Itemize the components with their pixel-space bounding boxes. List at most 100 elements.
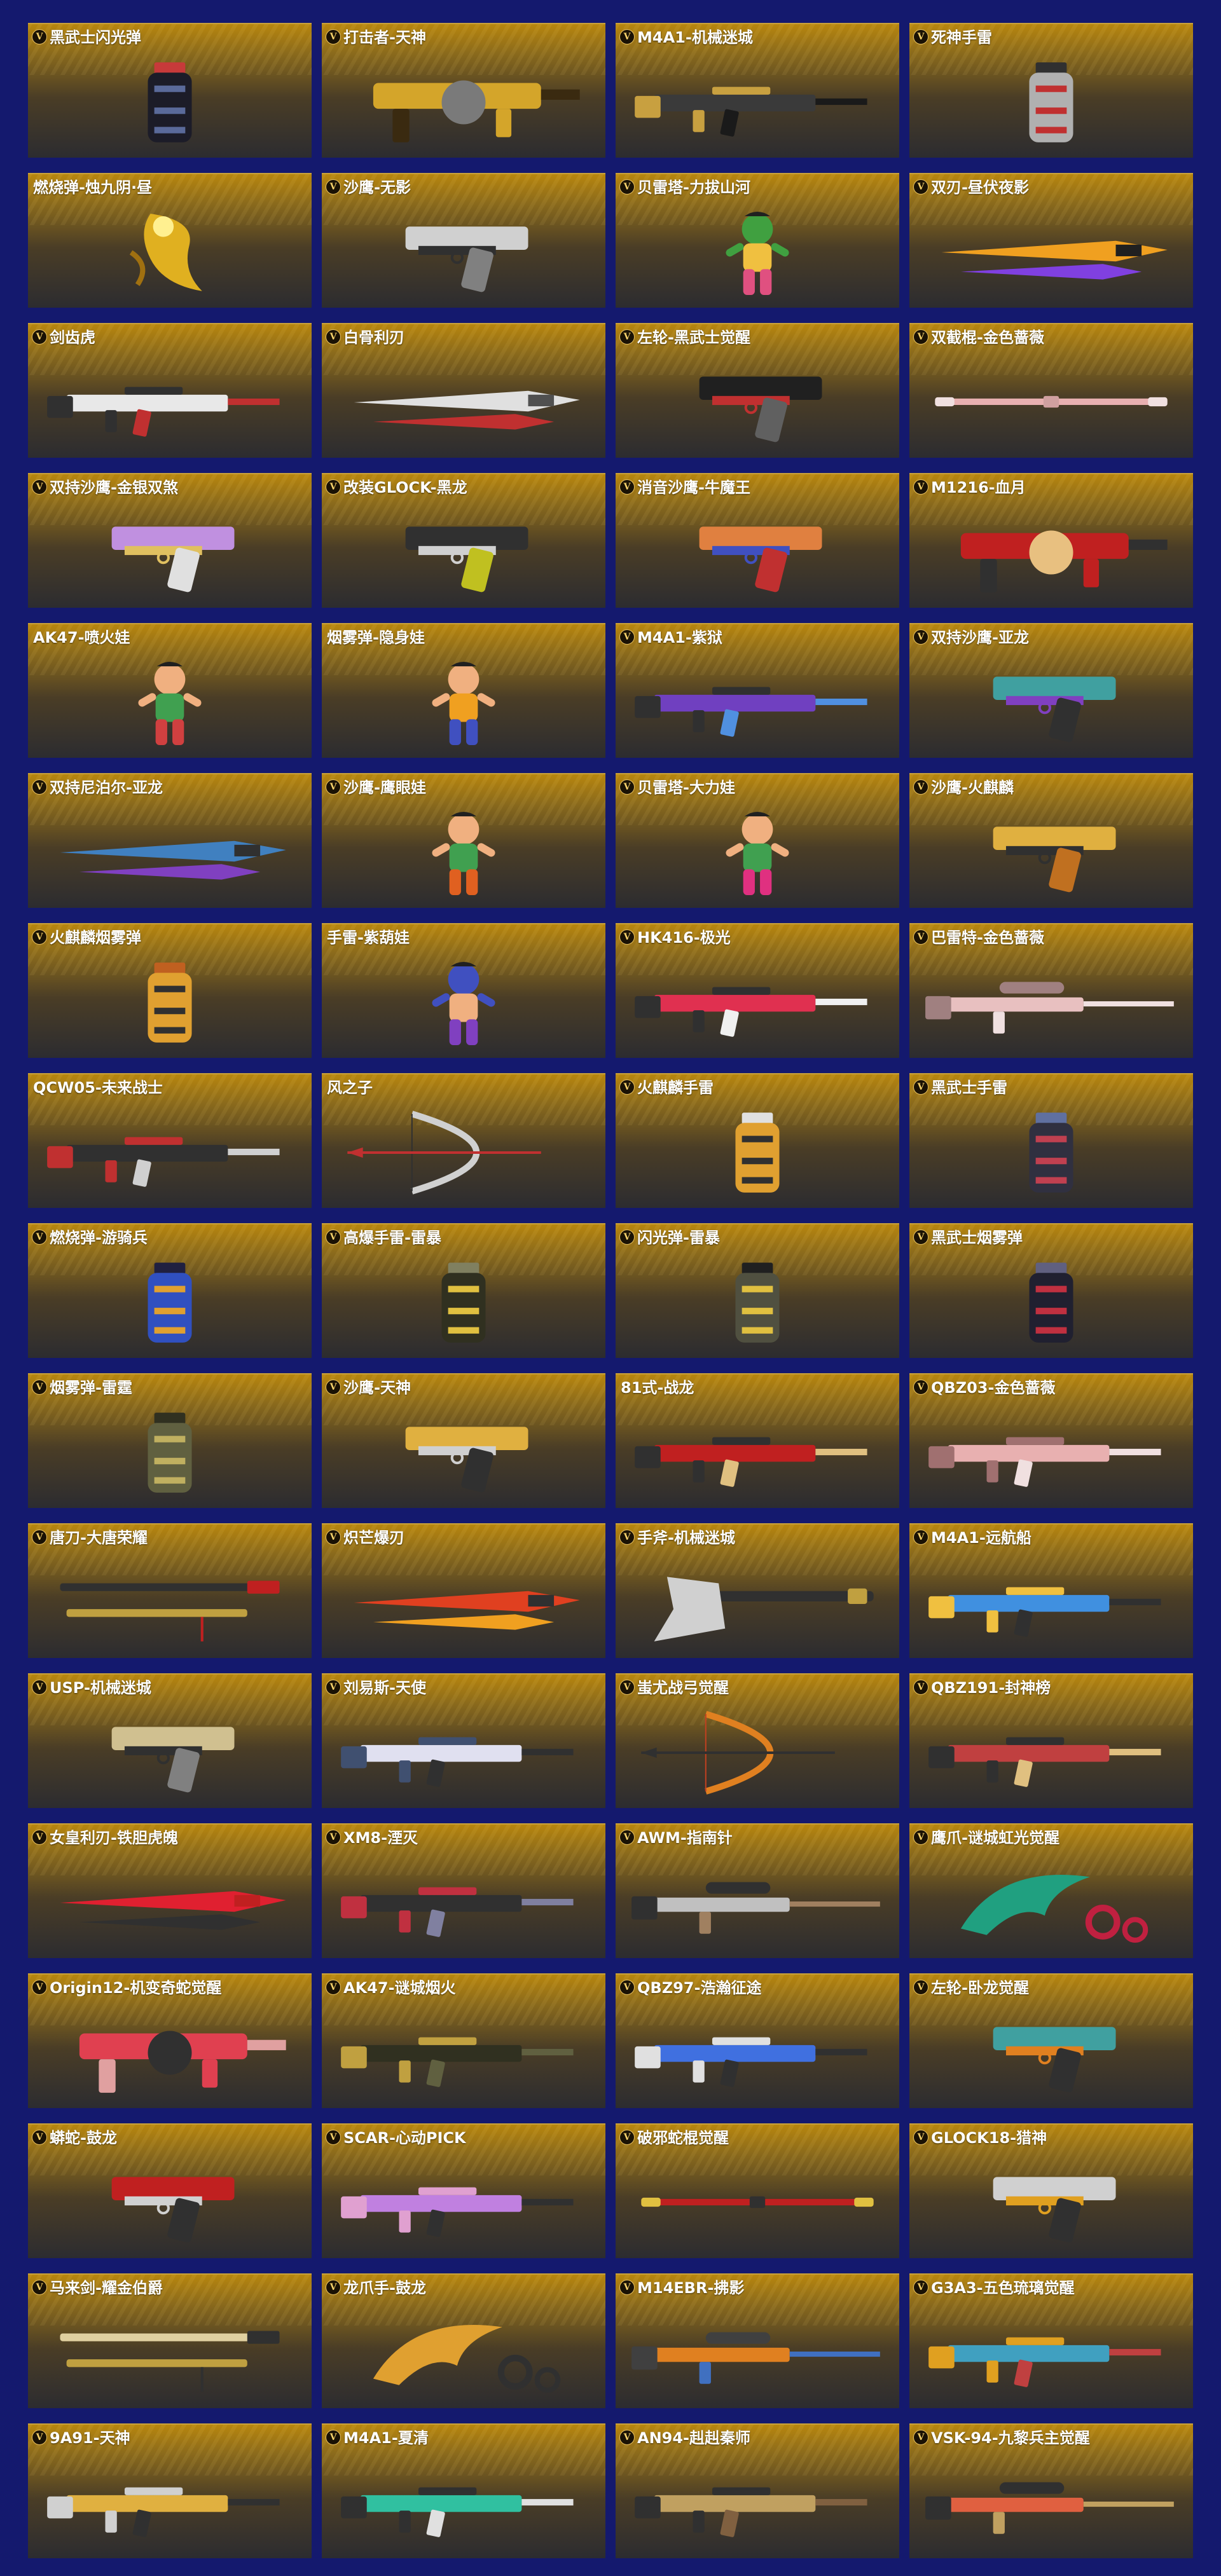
weapon-card[interactable]: V 蚩尤战弓觉醒 — [616, 1673, 899, 1808]
weapon-card[interactable]: V 火麒麟手雷 — [616, 1073, 899, 1208]
weapon-card[interactable]: V 沙鹰-鹰眼娃 — [322, 773, 605, 908]
weapon-card[interactable]: V 刘易斯-天使 — [322, 1673, 605, 1808]
weapon-card[interactable]: V HK416-极光 — [616, 923, 899, 1058]
weapon-title: 沙鹰-天神 — [343, 1380, 411, 1396]
weapon-title: 改装GLOCK-黑龙 — [343, 479, 467, 496]
weapon-card[interactable]: QCW05-未来战士 — [28, 1073, 312, 1208]
weapon-card[interactable]: V 打击者-天神 — [322, 23, 605, 158]
weapon-card[interactable]: V 马来剑-耀金伯爵 — [28, 2273, 312, 2408]
grenade-icon — [41, 1254, 299, 1352]
weapon-card[interactable]: V G3A3-五色琉璃觉醒 — [909, 2273, 1193, 2408]
weapon-card[interactable]: V 沙鹰-无影 — [322, 173, 605, 308]
weapon-card[interactable]: V 白骨利刃 — [322, 323, 605, 458]
weapon-card[interactable]: V 火麒麟烟雾弹 — [28, 923, 312, 1058]
weapon-card[interactable]: V 9A91-天神 — [28, 2423, 312, 2558]
weapon-card[interactable]: 风之子 — [322, 1073, 605, 1208]
vip-badge-icon: V — [619, 1830, 635, 1845]
weapon-card[interactable]: V 破邪蛇棍觉醒 — [616, 2123, 899, 2258]
weapon-card[interactable]: V 燃烧弹-游骑兵 — [28, 1223, 312, 1358]
pistol-icon — [41, 504, 299, 601]
weapon-card[interactable]: V 女皇利刃-铁胆虎魄 — [28, 1823, 312, 1958]
weapon-card[interactable]: V SCAR-心动PICK — [322, 2123, 605, 2258]
weapon-card[interactable]: V QBZ97-浩瀚征途 — [616, 1973, 899, 2108]
sniper-icon — [628, 2304, 886, 2402]
pistol-icon — [335, 504, 593, 601]
weapon-card[interactable]: V 双刃-昼伏夜影 — [909, 173, 1193, 308]
rifle-icon — [922, 1704, 1180, 1802]
weapon-card[interactable]: V 剑齿虎 — [28, 323, 312, 458]
weapon-card[interactable]: V 黑武士闪光弹 — [28, 23, 312, 158]
weapon-card[interactable]: 烟雾弹-隐身娃 — [322, 623, 605, 758]
weapon-card[interactable]: V Origin12-机变奇蛇觉醒 — [28, 1973, 312, 2108]
weapon-card[interactable]: V 死神手雷 — [909, 23, 1193, 158]
weapon-card[interactable]: 燃烧弹-烛九阴·昼 — [28, 173, 312, 308]
rifle-icon — [335, 2454, 593, 2552]
weapon-card[interactable]: V 双持沙鹰-亚龙 — [909, 623, 1193, 758]
weapon-card[interactable]: AK47-喷火娃 — [28, 623, 312, 758]
weapon-card[interactable]: V 巴雷特-金色蔷薇 — [909, 923, 1193, 1058]
vip-badge-icon: V — [326, 329, 341, 345]
weapon-card[interactable]: V 高爆手雷-雷暴 — [322, 1223, 605, 1358]
vip-badge-icon: V — [913, 2430, 928, 2445]
vip-badge-icon: V — [913, 1530, 928, 1545]
weapon-card[interactable]: V M14EBR-拂影 — [616, 2273, 899, 2408]
weapon-title: 9A91-天神 — [50, 2430, 130, 2446]
weapon-card[interactable]: V 鹰爪-谜城虹光觉醒 — [909, 1823, 1193, 1958]
weapon-card[interactable]: V 双截棍-金色蔷薇 — [909, 323, 1193, 458]
weapon-card[interactable]: V 双持沙鹰-金银双煞 — [28, 473, 312, 608]
weapon-card[interactable]: V 沙鹰-天神 — [322, 1373, 605, 1508]
pistol-icon — [922, 804, 1180, 901]
weapon-card[interactable]: V 闪光弹-雷暴 — [616, 1223, 899, 1358]
weapon-card[interactable]: V M4A1-紫狱 — [616, 623, 899, 758]
vip-badge-icon: V — [619, 1980, 635, 1995]
weapon-card[interactable]: V 左轮-黑武士觉醒 — [616, 323, 899, 458]
weapon-card[interactable]: V 唐刀-大唐荣耀 — [28, 1523, 312, 1658]
weapon-card[interactable]: V QBZ03-金色蔷薇 — [909, 1373, 1193, 1508]
weapon-card[interactable]: V M1216-血月 — [909, 473, 1193, 608]
vip-badge-icon: V — [32, 1830, 47, 1845]
weapon-card[interactable]: V 贝雷塔-力拔山河 — [616, 173, 899, 308]
weapon-title: 手斧-机械迷城 — [637, 1530, 735, 1546]
weapon-card[interactable]: V AWM-指南针 — [616, 1823, 899, 1958]
weapon-card[interactable]: 81式-战龙 — [616, 1373, 899, 1508]
weapon-card[interactable]: V AK47-谜城烟火 — [322, 1973, 605, 2108]
weapon-card[interactable]: V 蟒蛇-鼓龙 — [28, 2123, 312, 2258]
weapon-card[interactable]: V VSK-94-九黎兵主觉醒 — [909, 2423, 1193, 2558]
rifle-icon — [41, 353, 299, 451]
weapon-card[interactable]: 手雷-紫葫娃 — [322, 923, 605, 1058]
weapon-card[interactable]: V 贝雷塔-大力娃 — [616, 773, 899, 908]
weapon-card[interactable]: V 消音沙鹰-牛魔王 — [616, 473, 899, 608]
weapon-card[interactable]: V M4A1-夏清 — [322, 2423, 605, 2558]
weapon-card[interactable]: V 炽芒爆刃 — [322, 1523, 605, 1658]
weapon-card[interactable]: V GLOCK18-猎神 — [909, 2123, 1193, 2258]
weapon-card[interactable]: V 沙鹰-火麒麟 — [909, 773, 1193, 908]
vip-badge-icon: V — [326, 779, 341, 795]
weapon-card[interactable]: V 手斧-机械迷城 — [616, 1523, 899, 1658]
weapon-card[interactable]: V USP-机械迷城 — [28, 1673, 312, 1808]
shotgun-icon — [335, 53, 593, 151]
weapon-title: QCW05-未来战士 — [33, 1079, 163, 1096]
weapon-card[interactable]: V 龙爪手-鼓龙 — [322, 2273, 605, 2408]
weapon-title: 破邪蛇棍觉醒 — [637, 2130, 729, 2146]
weapon-card[interactable]: V QBZ191-封神榜 — [909, 1673, 1193, 1808]
weapon-title: M4A1-夏清 — [343, 2430, 429, 2446]
weapon-card[interactable]: V 烟雾弹-雷霆 — [28, 1373, 312, 1508]
weapon-card[interactable]: V M4A1-远航船 — [909, 1523, 1193, 1658]
weapon-card[interactable]: V AN94-赳赳秦师 — [616, 2423, 899, 2558]
weapon-card[interactable]: V XM8-湮灭 — [322, 1823, 605, 1958]
weapon-card[interactable]: V 双持尼泊尔-亚龙 — [28, 773, 312, 908]
weapon-card[interactable]: V 左轮-卧龙觉醒 — [909, 1973, 1193, 2108]
vip-badge-icon: V — [326, 2430, 341, 2445]
weapon-card[interactable]: V 黑武士手雷 — [909, 1073, 1193, 1208]
weapon-title: 沙鹰-火麒麟 — [931, 779, 1014, 796]
weapon-card[interactable]: V M4A1-机械迷城 — [616, 23, 899, 158]
grenade-icon — [628, 1254, 886, 1352]
vip-badge-icon: V — [913, 1980, 928, 1995]
vip-badge-icon: V — [32, 2430, 47, 2445]
weapon-card[interactable]: V 黑武士烟雾弹 — [909, 1223, 1193, 1358]
sniper-icon — [628, 1854, 886, 1952]
weapon-title: QBZ191-封神榜 — [931, 1680, 1051, 1696]
weapon-title: 蟒蛇-鼓龙 — [50, 2130, 117, 2146]
weapon-card[interactable]: V 改装GLOCK-黑龙 — [322, 473, 605, 608]
vip-badge-icon: V — [619, 29, 635, 45]
